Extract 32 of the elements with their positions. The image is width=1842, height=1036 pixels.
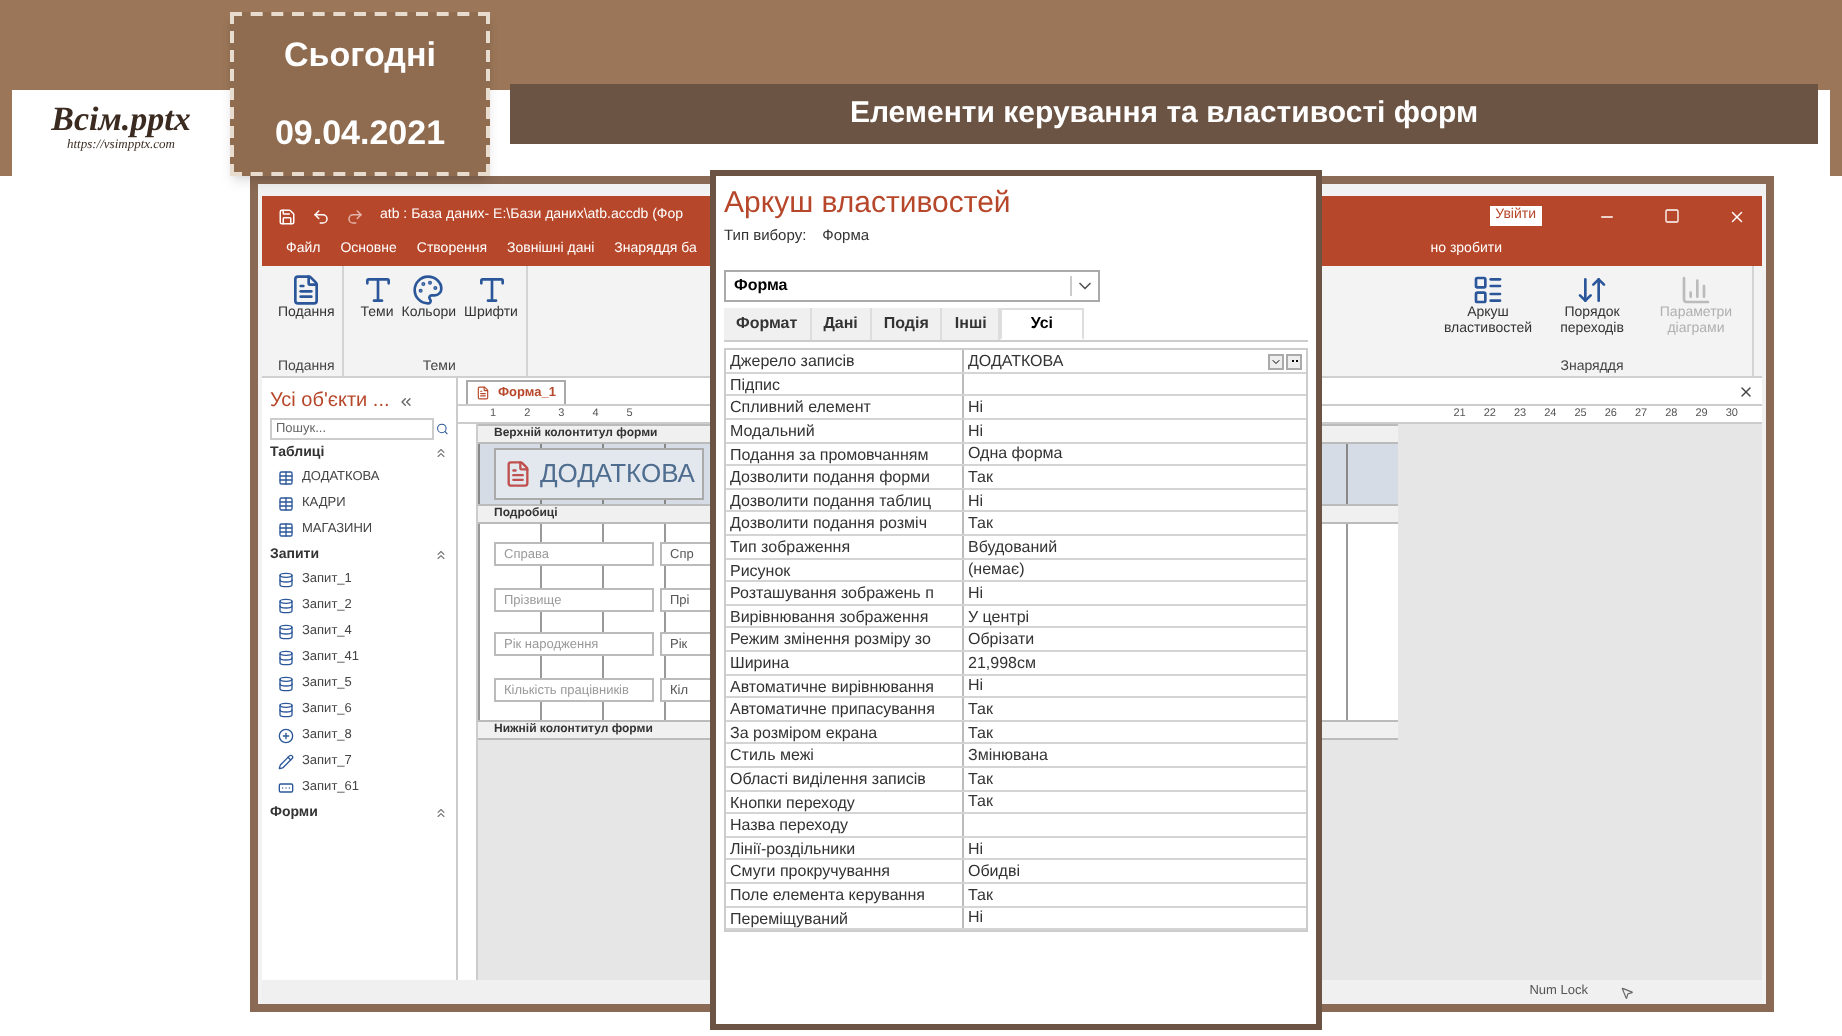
property-name: Автоматичне вирівнювання <box>726 675 964 697</box>
site-logo: Всім.pptx <box>51 104 191 136</box>
property-name: Дозволити подання форми <box>726 466 964 488</box>
property-name: Смуги прокручування <box>726 860 964 882</box>
property-name: Області виділення записів <box>726 767 964 790</box>
property-name: Вирівнювання зображення <box>726 605 964 627</box>
property-name: Джерело записів <box>726 350 964 372</box>
property-name: Поле елемента керування <box>726 883 964 905</box>
property-name: За розміром екрана <box>726 721 964 743</box>
property-name: Переміщуваний <box>726 907 964 929</box>
property-name: Модальний <box>726 420 964 442</box>
date-text: 09.04.2021 <box>274 111 446 156</box>
property-name: Лінії-роздільники <box>726 837 964 859</box>
slide-title: Елементи керування та властивості форм <box>849 93 1479 134</box>
property-name: Спливний елемент <box>726 396 964 419</box>
property-name: Кнопки переходу <box>726 791 964 813</box>
property-name: Тип зображення <box>726 536 964 558</box>
date-label: Сьогодні <box>284 33 436 78</box>
sheet-title: Аркуш властивостей <box>724 184 1013 224</box>
property-name: Дозволити подання розміч <box>726 512 964 534</box>
property-name: Дозволити подання таблиц <box>726 489 964 511</box>
property-name: Автоматичне припасування <box>726 698 964 720</box>
property-name: Розташування зображень п <box>726 582 964 604</box>
pane-title: Усі об'єкти ... <box>270 388 390 416</box>
form-title: ДОДАТКОВА <box>540 456 695 493</box>
property-name: Назва переходу <box>726 814 964 836</box>
property-name: Режим змінення розміру зо <box>726 628 964 650</box>
property-name: Підпис <box>726 373 964 395</box>
property-name: Ширина <box>726 651 964 674</box>
property-name: Стиль межі <box>726 744 964 766</box>
property-name: Подання за промовчанням <box>726 443 964 465</box>
property-name: Рисунок <box>726 559 964 581</box>
